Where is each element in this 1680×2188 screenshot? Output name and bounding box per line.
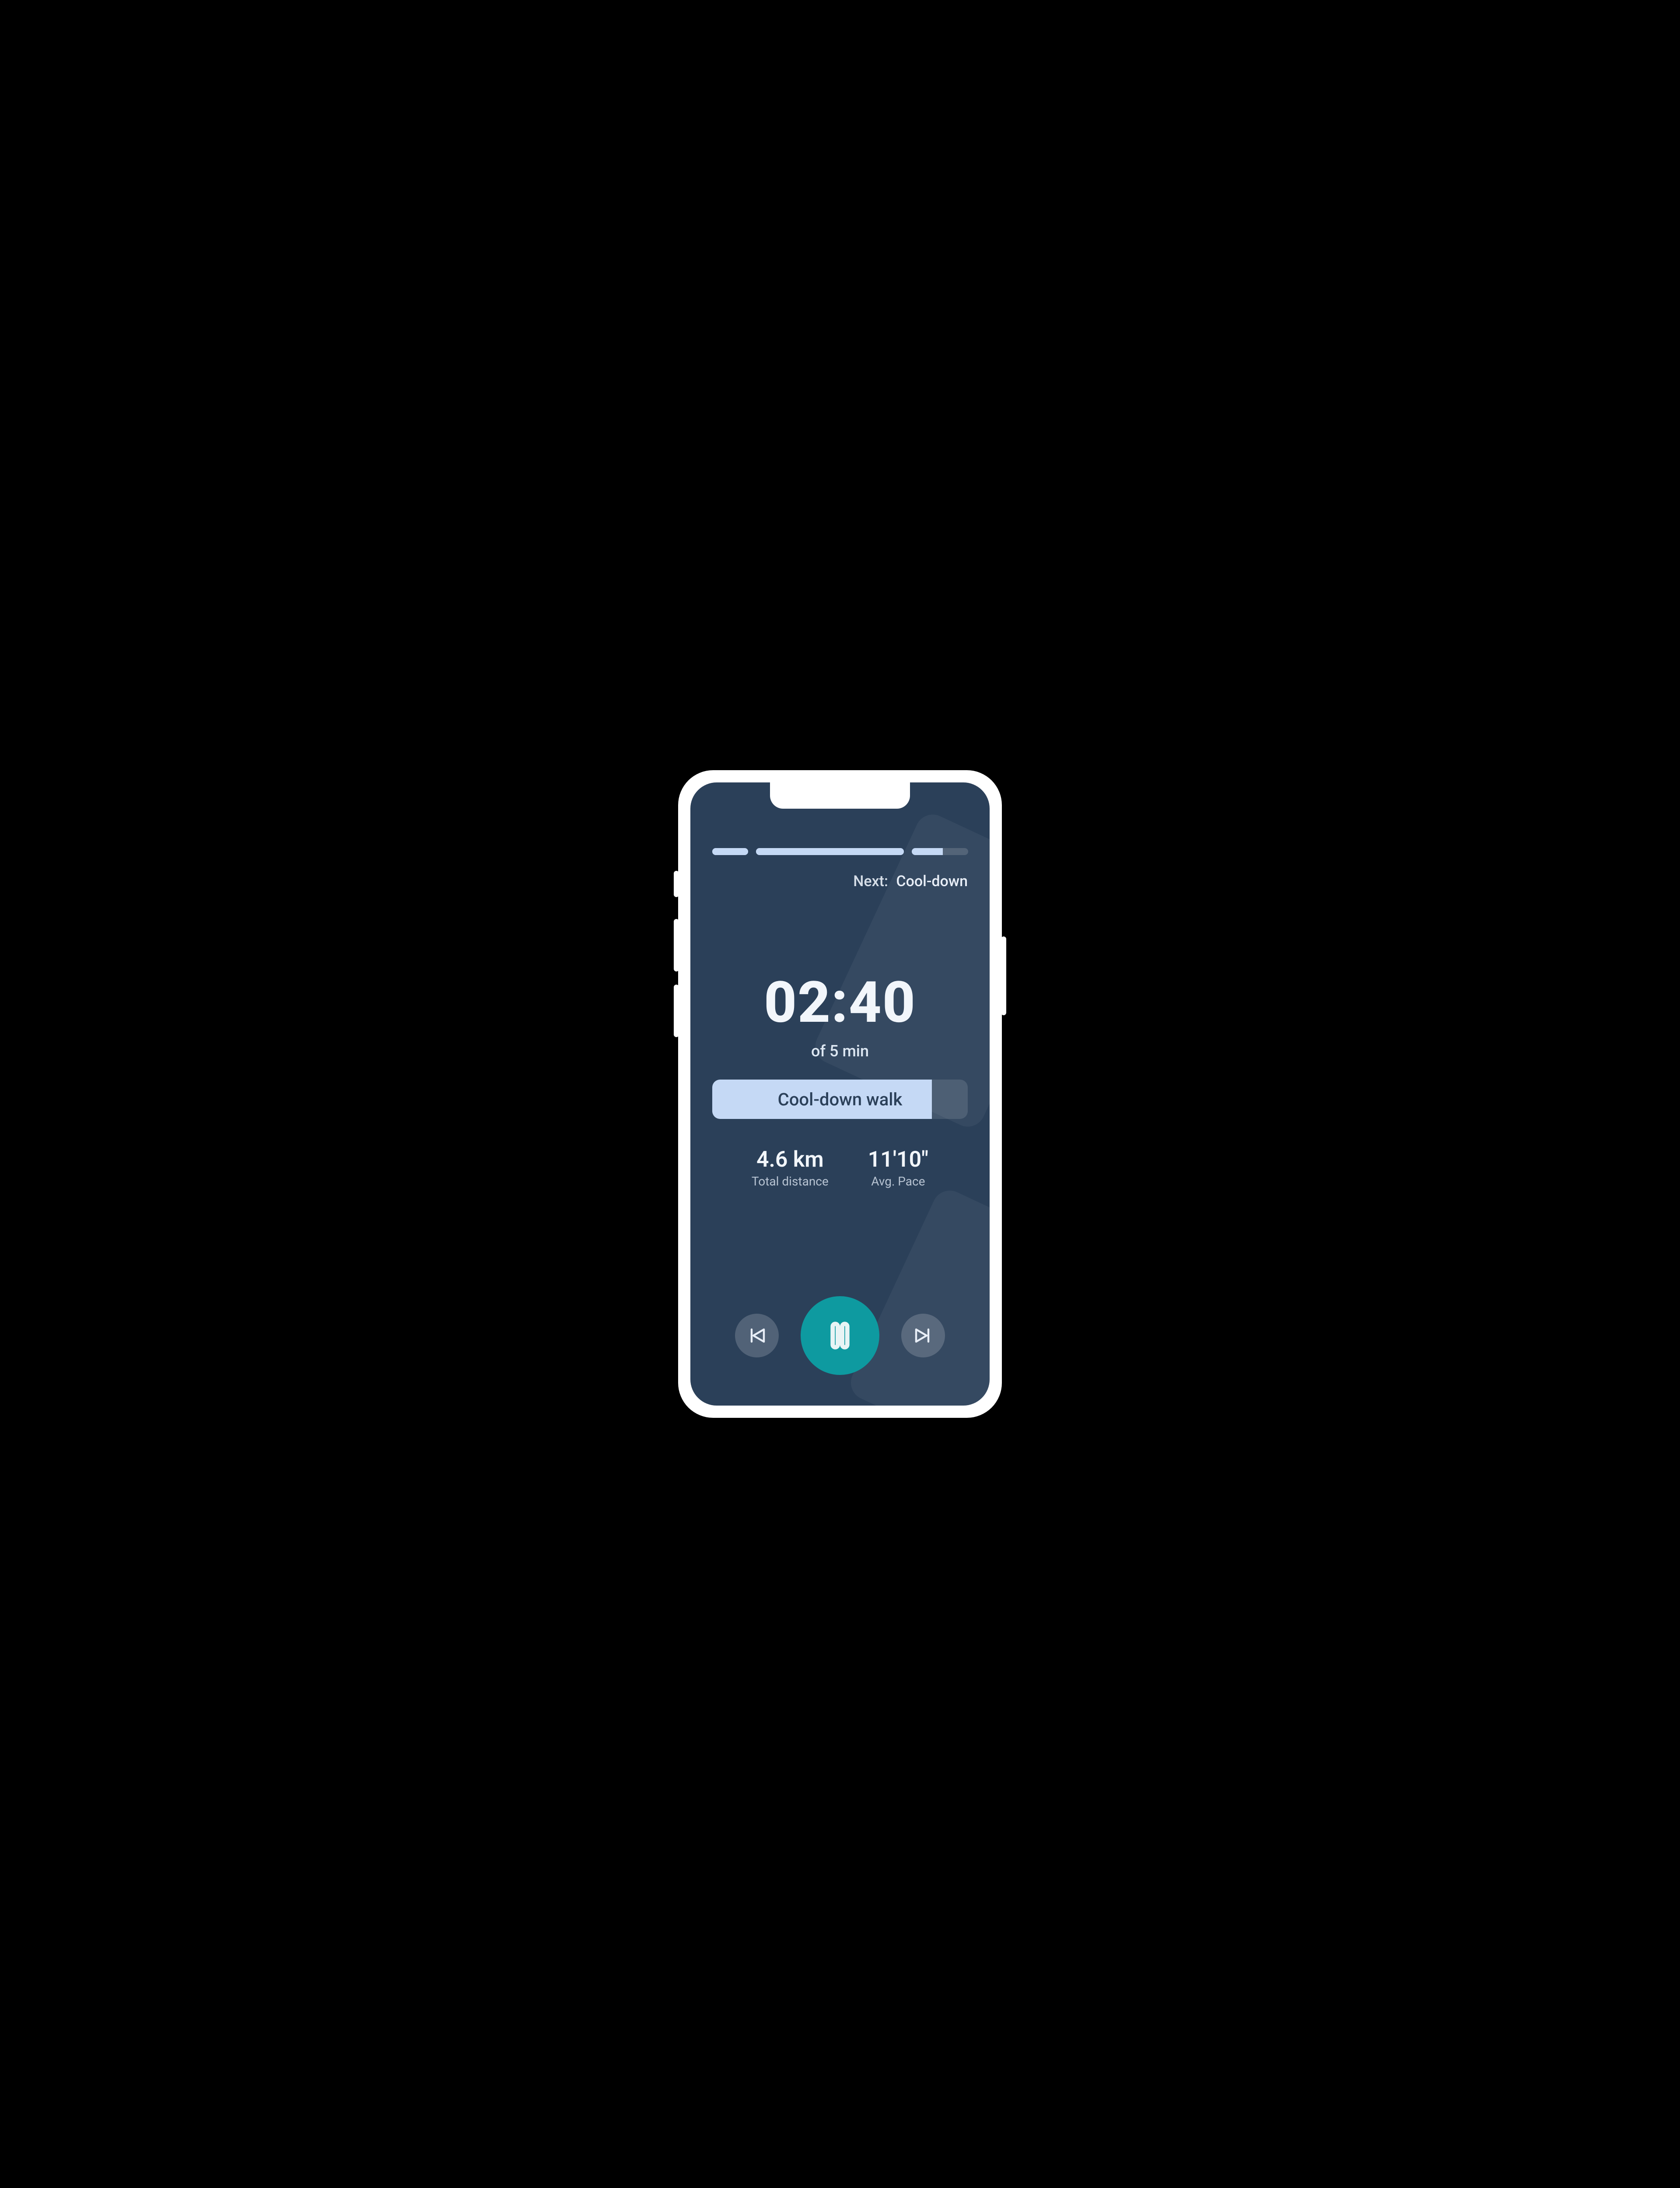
- stat-pace-value: 11'10": [868, 1147, 928, 1172]
- segment: [912, 848, 968, 855]
- segment-fill: [912, 848, 943, 855]
- stat-pace: 11'10" Avg. Pace: [868, 1147, 928, 1189]
- next-segment-row: Next: Cool-down: [712, 873, 968, 890]
- phone-side-button: [674, 919, 679, 971]
- phone-side-button: [674, 871, 679, 897]
- segment-fill: [712, 848, 748, 855]
- next-button[interactable]: [901, 1314, 945, 1357]
- timer-block: 02:40 of 5 min Cool-down walk: [712, 969, 968, 1119]
- stat-pace-label: Avg. Pace: [868, 1174, 928, 1189]
- elapsed-time: 02:40: [712, 969, 968, 1036]
- skip-back-icon: [746, 1325, 767, 1346]
- next-label: Next:: [853, 873, 888, 890]
- app-screen: Next: Cool-down 02:40 of 5 min Cool-down…: [690, 782, 990, 1406]
- segment-fill: [756, 848, 904, 855]
- skip-forward-icon: [913, 1325, 934, 1346]
- phone-frame: Next: Cool-down 02:40 of 5 min Cool-down…: [678, 770, 1002, 1418]
- stat-distance-label: Total distance: [752, 1174, 829, 1189]
- pause-button[interactable]: [801, 1296, 879, 1375]
- playback-controls: [712, 1296, 968, 1375]
- next-value: Cool-down: [896, 873, 968, 890]
- pause-icon: [822, 1318, 858, 1353]
- stat-distance-value: 4.6 km: [752, 1147, 829, 1172]
- segment: [712, 848, 748, 855]
- workout-segments: [712, 848, 968, 855]
- phone-side-button: [1001, 936, 1006, 1015]
- current-activity: Cool-down walk: [712, 1080, 968, 1119]
- total-duration: of 5 min: [712, 1042, 968, 1060]
- phone-notch: [770, 782, 910, 809]
- stat-distance: 4.6 km Total distance: [752, 1147, 829, 1189]
- phone-side-button: [674, 985, 679, 1037]
- segment: [756, 848, 904, 855]
- previous-button[interactable]: [735, 1314, 779, 1357]
- stats-row: 4.6 km Total distance 11'10" Avg. Pace: [712, 1147, 968, 1189]
- activity-label: Cool-down walk: [778, 1089, 903, 1110]
